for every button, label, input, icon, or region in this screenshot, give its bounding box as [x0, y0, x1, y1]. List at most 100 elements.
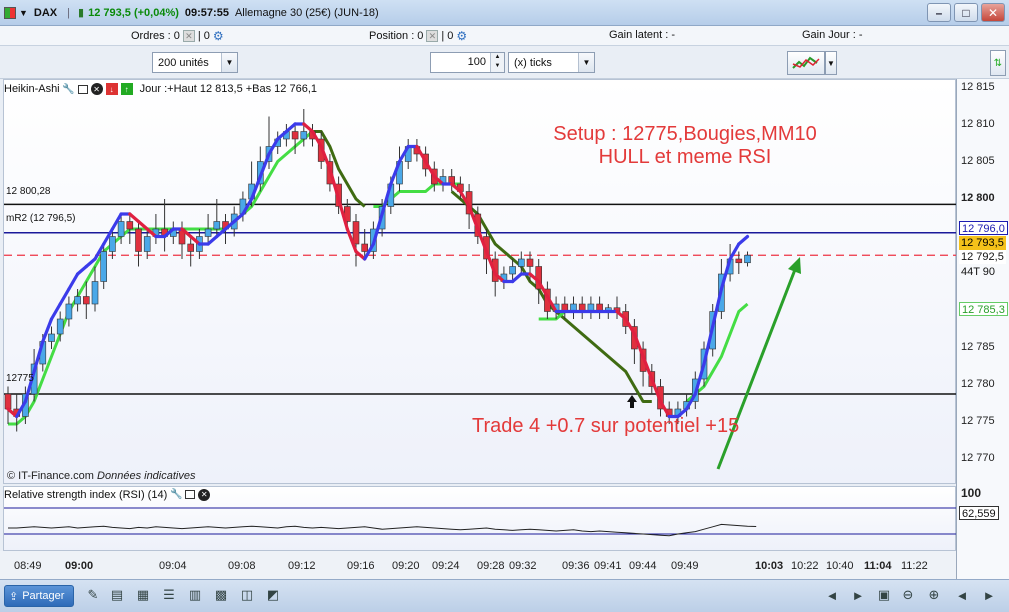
candle-body	[352, 221, 360, 245]
close-button[interactable]: ✕	[981, 3, 1005, 22]
hull-segment	[284, 122, 297, 134]
close-icon[interactable]: ✕	[90, 83, 103, 95]
time-axis[interactable]: 08:49 09:00 09:04 09:08 09:12 09:16 09:2…	[0, 551, 956, 579]
gain-jour-value: -	[858, 29, 863, 41]
draw-tool-icon[interactable]: ✎	[84, 586, 102, 604]
wrench-icon[interactable]: 🔧	[170, 489, 182, 501]
candle-body	[48, 333, 55, 342]
x-tick: 10:22	[791, 560, 819, 572]
scroll-right-icon[interactable]: ►	[849, 586, 867, 604]
orders-settings-icon[interactable]: ⚙	[213, 29, 224, 43]
share-button[interactable]: ⇪ Partager	[4, 585, 74, 607]
rsi-label: Relative strength index (RSI) (14)	[4, 488, 168, 501]
wrench-icon[interactable]: 🔧	[62, 83, 74, 95]
candles-icon[interactable]: ▮	[78, 6, 84, 19]
y-tick: 12 800	[961, 192, 995, 204]
title-bar: ▼ DAX | ▮ 12 793,5 (+0,04%) 09:57:55 All…	[0, 0, 1009, 26]
sell-icon[interactable]: ↓	[105, 83, 118, 95]
candle-body	[744, 254, 751, 264]
x-tick: 10:40	[826, 560, 854, 572]
candle-body	[109, 236, 116, 252]
chevron-down-icon[interactable]: ▼	[221, 53, 237, 72]
candle-body	[135, 228, 142, 252]
ticks-select[interactable]: (x) ticks ▼	[508, 52, 595, 73]
position-label: Position :	[369, 30, 415, 42]
chevron-down-icon[interactable]: ▼	[578, 53, 594, 72]
candle-body	[126, 221, 134, 230]
reset-zoom-icon[interactable]: ▣	[875, 586, 893, 604]
watermark: © IT-Finance.com Données indicatives	[7, 470, 195, 482]
instrument-label: Allemagne 30 (25€) (JUN-18)	[234, 6, 379, 19]
orders-count-a: 0	[173, 30, 180, 42]
list-icon[interactable]: ☰	[160, 586, 178, 604]
calendar-icon[interactable]: ▦	[134, 586, 152, 604]
info-bar: Ordres : 0 ✕ | 0 ⚙ Position : 0 ✕ | 0 ⚙ …	[0, 26, 1009, 46]
quantity-value: 100	[467, 56, 486, 68]
rsi-value-badge: 62,559	[959, 506, 999, 520]
hull-segment	[75, 264, 88, 276]
trade-icon[interactable]: ⇅	[990, 50, 1006, 76]
quantity-stepper[interactable]: 100 ▲ ▼	[430, 52, 505, 73]
units-select[interactable]: 200 unités ▼	[152, 52, 238, 73]
scroll-back-icon[interactable]: ◄	[953, 586, 971, 604]
zoom-in-icon[interactable]: ⊕	[925, 586, 943, 604]
watermark-source: © IT-Finance.com	[7, 470, 94, 482]
badge-blue: 12 796,0	[959, 221, 1008, 235]
setup-line-2: HULL et meme RSI	[598, 146, 772, 168]
indicators-icon[interactable]: ▤	[108, 586, 126, 604]
table-icon[interactable]: ▥	[186, 586, 204, 604]
hull-segment	[67, 272, 80, 291]
price-axis[interactable]: 12 815 12 810 12 805 12 800 12 796,0 12 …	[956, 79, 1009, 579]
close-position-icon[interactable]: ✕	[426, 30, 439, 42]
bottom-toolbar: ⇪ Partager ✎ ▤ ▦ ☰ ▥ ▩ ◫ ◩ ◄ ► ▣ ⊖ ⊕ ◄ ►	[0, 579, 1009, 612]
layout-icon[interactable]: ◫	[238, 586, 256, 604]
position-settings-icon[interactable]: ⚙	[456, 29, 467, 43]
candle-body	[143, 236, 151, 252]
candle-body	[83, 296, 90, 305]
candle-body	[517, 258, 525, 267]
maximize-button[interactable]: □	[954, 3, 978, 22]
badge-count: 44T 90	[961, 266, 996, 278]
chevron-down-icon[interactable]: ▼	[19, 8, 28, 18]
x-tick: 09:41	[594, 560, 622, 572]
gain-jour-label: Gain Jour :	[802, 29, 856, 41]
scroll-forward-icon[interactable]: ►	[980, 586, 998, 604]
symbol-label[interactable]: DAX	[34, 7, 57, 19]
app-grid-icon[interactable]	[4, 6, 16, 19]
badge-white: 12 792,5	[959, 250, 1006, 264]
candle-body	[213, 221, 221, 230]
x-tick: 11:04	[864, 560, 892, 572]
buy-icon[interactable]: ↑	[120, 83, 133, 95]
zoom-out-icon[interactable]: ⊖	[899, 586, 917, 604]
candle-body	[74, 296, 81, 305]
chart-tools-icon	[792, 56, 820, 69]
chart-tools-dropdown[interactable]: ▼	[825, 51, 837, 75]
gain-latent-label: Gain latent :	[609, 29, 669, 41]
ma-green-line	[8, 130, 749, 426]
hull-segment	[206, 234, 219, 246]
day-info: Jour :+Haut 12 813,5 +Bas 12 766,1	[139, 83, 317, 95]
x-tick: 08:49	[14, 560, 42, 572]
hull-segment	[737, 234, 750, 246]
hull-segment	[510, 272, 523, 284]
candle-body	[100, 251, 107, 282]
spin-arrows-icon[interactable]: ▲ ▼	[490, 53, 504, 72]
candle-body	[117, 221, 125, 237]
gain-latent-value: -	[671, 29, 675, 41]
close-icon[interactable]: ✕	[198, 488, 211, 501]
y-tick: 12 815	[961, 81, 995, 93]
cancel-orders-icon[interactable]: ✕	[182, 30, 195, 42]
minimize-button[interactable]: –	[927, 3, 951, 22]
window-icon[interactable]	[185, 490, 196, 499]
watermark-note: Données indicatives	[97, 470, 196, 482]
orders-label: Ordres :	[131, 30, 171, 42]
candle-body	[509, 266, 516, 275]
y-tick: 12 770	[961, 452, 995, 464]
alert-icon[interactable]: ◩	[264, 586, 282, 604]
grid-icon[interactable]: ▩	[212, 586, 230, 604]
chart-area: Heikin-Ashi 🔧 ✕ ↓ ↑ Jour :+Haut 12 813,5…	[0, 79, 1009, 579]
window-icon[interactable]	[77, 84, 88, 94]
ma-dark-line	[312, 130, 652, 403]
scroll-left-icon[interactable]: ◄	[823, 586, 841, 604]
chart-tools-button[interactable]	[787, 51, 825, 75]
